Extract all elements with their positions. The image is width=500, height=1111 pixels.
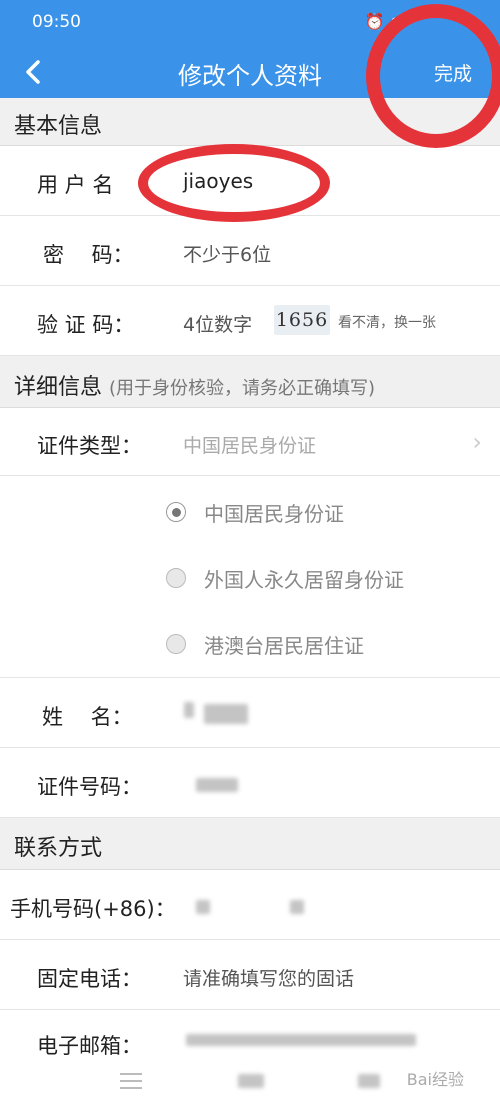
username-label: 用 户 名 — [37, 173, 114, 197]
name-label: 姓 名： — [42, 705, 133, 729]
id-option-label[interactable]: 外国人永久居留身份证 — [204, 564, 404, 593]
mobile-label: 手机号码(+86)： — [10, 897, 176, 921]
id-option-label[interactable]: 中国居民身份证 — [204, 498, 344, 527]
mobile-input-redacted[interactable] — [290, 900, 304, 914]
radio-id-option-0[interactable] — [166, 502, 186, 522]
captcha-input[interactable]: 4位数字 — [183, 310, 252, 337]
id-type-value: 中国居民身份证 — [183, 435, 317, 457]
home-icon[interactable] — [238, 1074, 264, 1088]
id-type-options: 中国居民身份证 外国人永久居留身份证 港澳台居民居住证 — [0, 476, 500, 678]
id-type-label: 证件类型： — [37, 434, 142, 458]
section-title: 详细信息 (用于身份核验，请务必正确填写) — [14, 369, 375, 401]
id-type-row[interactable]: 证件类型： 中国居民身份证 › — [0, 408, 500, 476]
id-number-row: 证件号码： — [0, 748, 500, 818]
chevron-right-icon: › — [472, 428, 482, 456]
captcha-image[interactable]: 1656 — [274, 305, 330, 335]
password-input[interactable]: 不少于6位 — [183, 240, 271, 267]
annotation-circle-username — [138, 144, 330, 222]
id-number-input-redacted[interactable] — [196, 778, 238, 792]
id-number-label: 证件号码： — [37, 775, 142, 799]
section-contact: 联系方式 — [0, 818, 500, 870]
section-title: 基本信息 — [14, 114, 103, 139]
password-label: 密 码： — [43, 243, 134, 267]
landline-input[interactable]: 请准确填写您的固话 — [183, 964, 354, 991]
email-label: 电子邮箱： — [37, 1034, 142, 1058]
mobile-input-redacted[interactable] — [196, 900, 210, 914]
name-input-redacted[interactable] — [204, 704, 248, 724]
watermark: Bai经验 — [406, 1070, 464, 1089]
captcha-refresh-link[interactable]: 看不清，换一张 — [338, 312, 436, 332]
section-title: 联系方式 — [14, 836, 103, 861]
radio-id-option-2[interactable] — [166, 634, 186, 654]
email-input-redacted[interactable] — [186, 1034, 416, 1046]
password-row: 密 码： 不少于6位 — [0, 216, 500, 286]
mobile-row: 手机号码(+86)： — [0, 870, 500, 940]
id-option-label[interactable]: 港澳台居民居住证 — [204, 630, 364, 659]
name-input-redacted[interactable] — [184, 702, 194, 718]
email-row: 电子邮箱： — [0, 1010, 500, 1062]
status-time: 09:50 — [32, 12, 81, 32]
menu-icon[interactable] — [120, 1072, 142, 1090]
radio-id-option-1[interactable] — [166, 568, 186, 588]
section-note: (用于身份核验，请务必正确填写) — [109, 378, 376, 399]
landline-row: 固定电话： 请准确填写您的固话 — [0, 940, 500, 1010]
section-details: 详细信息 (用于身份核验，请务必正确填写) — [0, 356, 500, 408]
annotation-circle-done — [366, 4, 500, 148]
name-row: 姓 名： — [0, 678, 500, 748]
landline-label: 固定电话： — [37, 967, 142, 991]
captcha-label: 验 证 码： — [37, 313, 135, 337]
section-title-text: 详细信息 — [14, 375, 103, 400]
captcha-row: 验 证 码： 4位数字 1656 看不清，换一张 — [0, 286, 500, 356]
back-nav-icon[interactable] — [358, 1074, 380, 1088]
